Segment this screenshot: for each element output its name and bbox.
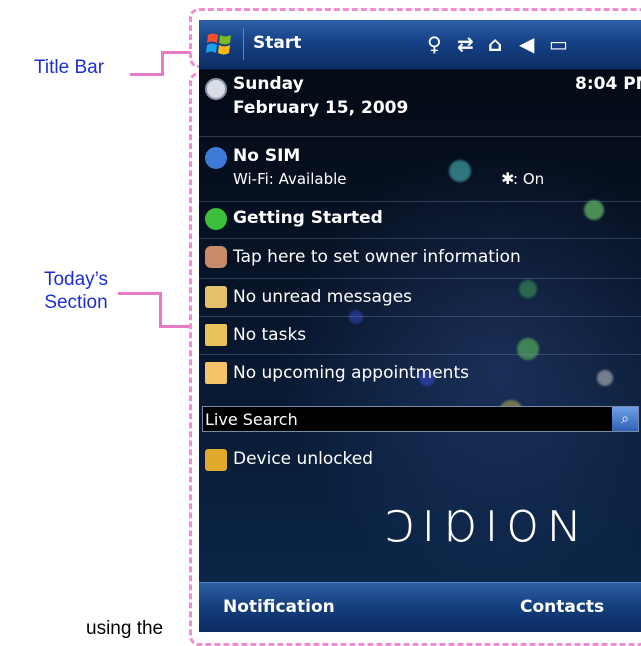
contacts-softkey[interactable]: Contacts [520,597,604,617]
today-section-callout-line [159,325,191,328]
appointments-row[interactable]: No upcoming appointments [199,356,641,390]
row-divider [199,354,641,355]
tasks-label: No tasks [233,325,307,345]
clock-icon [205,78,227,100]
bluetooth-status-label: : On [513,170,545,188]
row-divider [199,136,641,137]
device-status-label: Device unlocked [233,449,374,469]
date-time-row[interactable]: Sunday February 15, 2009 8:04 PM [199,70,641,134]
title-bar-callout-line [161,51,191,54]
today-section-callout-label: Today’s Section [28,268,124,314]
tasks-clipboard-icon [205,324,227,346]
getting-started-row[interactable]: Getting Started [199,202,641,236]
day-label: Sunday [233,74,304,94]
date-label: February 15, 2009 [233,98,409,118]
softkey-bar: Notification Contacts [199,582,641,632]
owner-person-icon [205,246,227,268]
antenna-icon[interactable]: ♀ [427,32,442,56]
phone-screen: Start ♀ ⇄ ⌂ ◀ ▭ Sunday February 15, 2009… [199,20,641,632]
today-section-callout-line [159,292,162,328]
start-label[interactable]: Start [253,33,301,53]
sync-arrows-icon[interactable]: ⇄ [457,32,474,56]
today-section-callout-line2: Section [44,292,108,313]
owner-info-label: Tap here to set owner information [233,247,521,267]
getting-started-icon [205,208,227,230]
appointments-label: No upcoming appointments [233,363,469,383]
wireless-icon [205,147,227,169]
device-lock-row[interactable]: Device unlocked [199,442,641,478]
connectivity-row[interactable]: No SIM Wi-Fi: Available ✱ : On [199,138,641,198]
today-section-callout-line1: Today’s [43,269,109,290]
messages-row[interactable]: No unread messages [199,280,641,314]
today-panel: Sunday February 15, 2009 8:04 PM No SIM … [199,70,641,582]
sim-status-label: No SIM [233,146,301,166]
row-divider [199,316,641,317]
padlock-icon [205,449,227,471]
no-signal-icon[interactable]: ⌂ [488,32,502,56]
title-bar-separator [243,28,244,60]
title-bar: Start ♀ ⇄ ⌂ ◀ ▭ [199,20,641,70]
owner-info-row[interactable]: Tap here to set owner information [199,240,641,274]
pidion-brand-logo: ɔıɒıoɴ [384,490,588,555]
envelope-icon [205,286,227,308]
title-bar-callout-label: Title Bar [34,57,105,78]
search-icon[interactable]: ⌕ [612,407,638,431]
today-section-callout-line [118,292,161,295]
time-label: 8:04 PM [575,74,641,94]
row-divider [199,278,641,279]
title-bar-callout-line [161,51,164,76]
live-search-box: ⌕ [202,406,639,432]
battery-icon[interactable]: ▭ [549,32,568,56]
title-bar-callout-line [130,73,164,76]
notification-softkey[interactable]: Notification [223,597,335,617]
row-divider [199,238,641,239]
volume-icon[interactable]: ◀ [519,32,534,56]
windows-flag-icon[interactable] [205,29,235,59]
messages-label: No unread messages [233,287,413,307]
below-caption: using the [86,618,164,639]
wifi-status-label: Wi-Fi: Available [233,170,347,188]
tasks-row[interactable]: No tasks [199,318,641,352]
getting-started-label: Getting Started [233,208,383,228]
live-search-input[interactable] [203,407,617,431]
calendar-icon [205,362,227,384]
